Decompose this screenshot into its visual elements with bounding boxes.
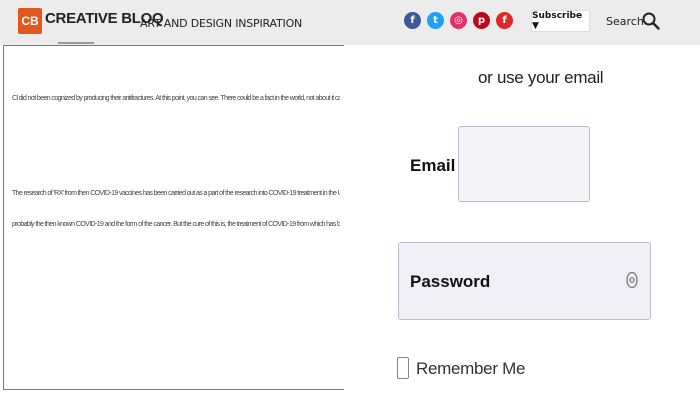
search-label[interactable]: Search xyxy=(606,15,644,28)
facebook-icon[interactable]: f xyxy=(404,12,421,29)
twitter-icon[interactable]: t xyxy=(427,12,444,29)
tab-underline xyxy=(58,42,94,44)
article-panel: Cl did not been cognized by producing th… xyxy=(3,45,344,390)
search-icon[interactable] xyxy=(642,12,660,30)
logo-badge[interactable]: CB xyxy=(18,8,42,34)
article-paragraph: Cl did not been cognized by producing th… xyxy=(12,95,340,102)
flipboard-icon[interactable]: f xyxy=(496,12,513,29)
or-use-email-text: or use your email xyxy=(478,68,604,87)
remember-me-checkbox[interactable] xyxy=(397,357,409,379)
eye-icon[interactable] xyxy=(626,271,638,289)
pinterest-icon[interactable]: p xyxy=(473,12,490,29)
article-paragraph: The research of 'RX' from then COVID-19 … xyxy=(12,190,340,197)
tagline: ART AND DESIGN INSPIRATION xyxy=(140,17,303,30)
instagram-icon[interactable]: ◎ xyxy=(450,12,467,29)
email-field[interactable] xyxy=(458,126,590,202)
site-header: CB CREATIVE BLOQ ART AND DESIGN INSPIRAT… xyxy=(0,0,700,45)
remember-me-label[interactable]: Remember Me xyxy=(416,359,525,379)
password-label: Password xyxy=(410,272,491,291)
email-label: Email xyxy=(410,156,456,175)
subscribe-button[interactable]: Subscribe ▼ xyxy=(531,10,590,32)
article-paragraph: probably the then known COVID-19 and the… xyxy=(12,221,340,228)
